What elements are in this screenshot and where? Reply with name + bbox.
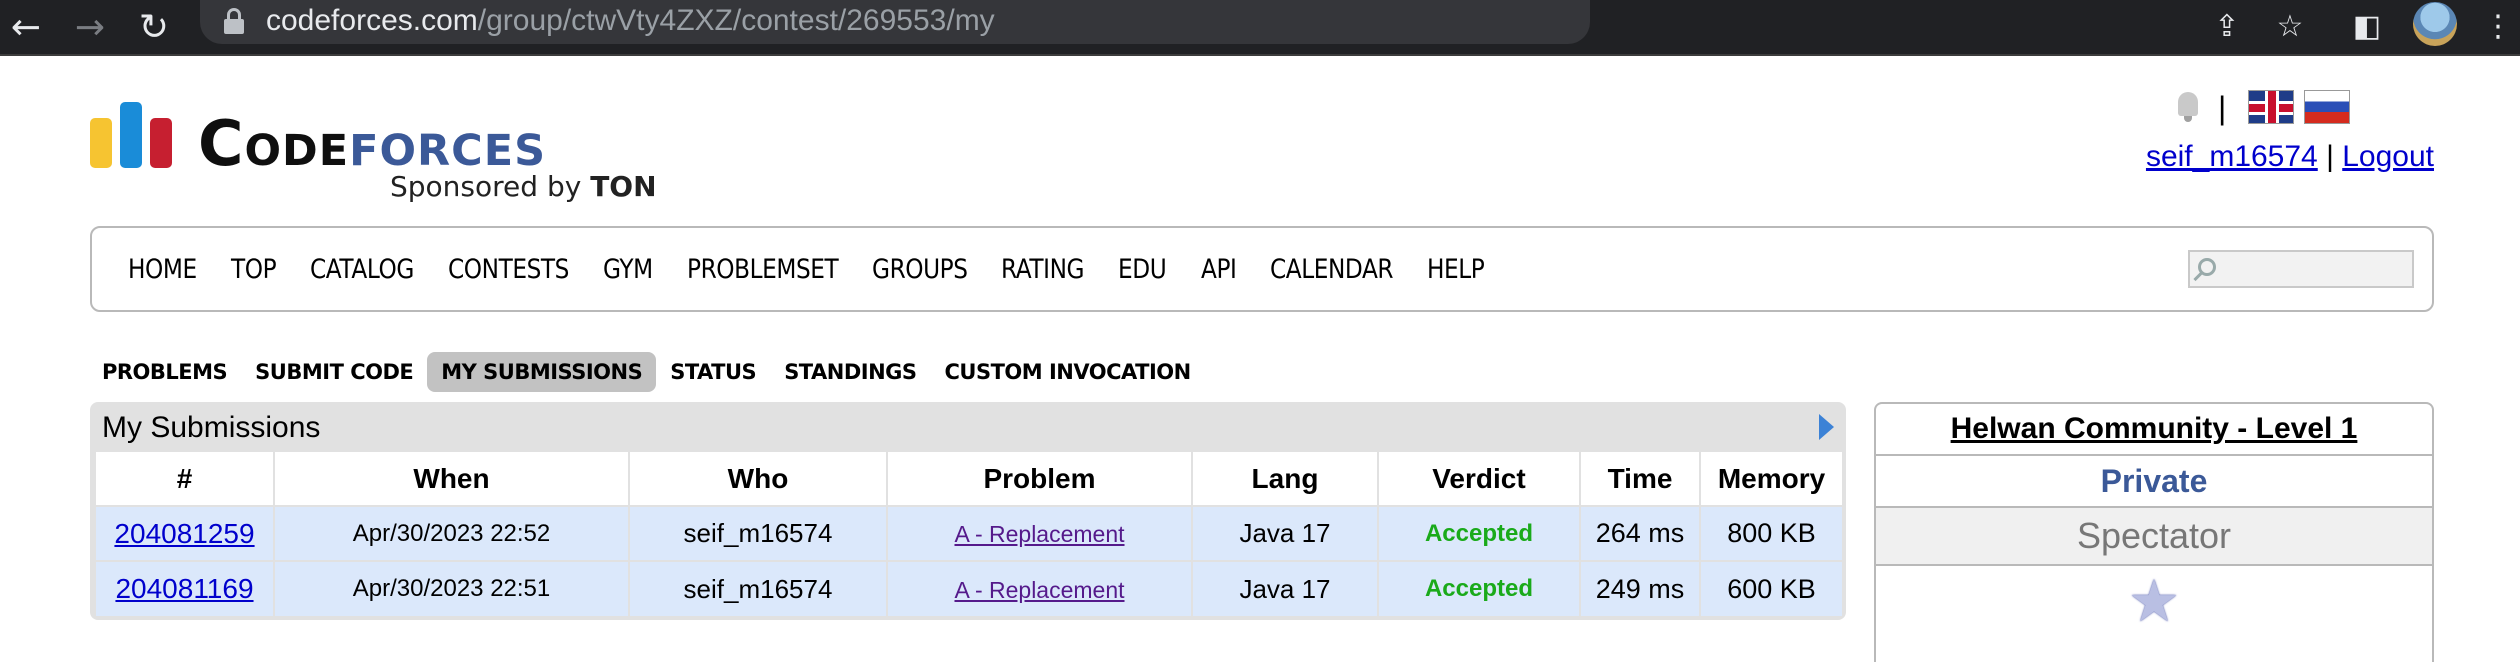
submenu-problems[interactable]: PROBLEMS bbox=[88, 352, 241, 392]
username-link[interactable]: seif_m16574 bbox=[2146, 140, 2318, 173]
logo-bar-yellow bbox=[90, 118, 112, 168]
contest-submenu: PROBLEMS SUBMIT CODE MY SUBMISSIONS STATUS S… bbox=[88, 352, 1205, 392]
submission-id-link[interactable]: 204081259 bbox=[114, 518, 254, 549]
cell-problem: A - Replacement bbox=[887, 560, 1193, 616]
table-header-row: # When Who Problem Lang Verdict Time Memory bbox=[96, 452, 1842, 506]
header-user-area: | seif_m16574 | Logout bbox=[2146, 88, 2434, 178]
submenu-standings[interactable]: STANDINGS bbox=[770, 352, 930, 392]
panel-title: My Submissions bbox=[102, 411, 321, 444]
submenu-my-submissions[interactable]: MY SUBMISSIONS bbox=[427, 352, 657, 392]
menu-item-catalog[interactable]: CATALOG bbox=[310, 254, 414, 285]
logo-word-code: Code bbox=[198, 107, 350, 180]
submission-when: Apr/30/2023 22:52 bbox=[274, 505, 630, 561]
submission-time: 249 ms bbox=[1580, 560, 1701, 616]
cell-id: 204081169 bbox=[96, 560, 275, 616]
submenu-status[interactable]: STATUS bbox=[656, 352, 770, 392]
star-icon[interactable]: ★ bbox=[2128, 572, 2180, 630]
verdict-badge: Accepted bbox=[1378, 560, 1581, 616]
column-header-id: # bbox=[96, 452, 275, 506]
search-icon bbox=[2198, 258, 2216, 276]
menu-item-edu[interactable]: EDU bbox=[1118, 254, 1167, 285]
search-input[interactable] bbox=[2188, 250, 2414, 288]
lock-icon[interactable] bbox=[224, 8, 244, 36]
submission-lang: Java 17 bbox=[1192, 505, 1379, 561]
user-links: seif_m16574 | Logout bbox=[2146, 140, 2434, 174]
problem-link[interactable]: A - Replacement bbox=[954, 577, 1124, 603]
reload-icon[interactable]: ↻ bbox=[132, 6, 176, 50]
menu-item-home[interactable]: HOME bbox=[128, 254, 197, 285]
column-header-lang: Lang bbox=[1192, 452, 1379, 506]
russian-flag-icon[interactable] bbox=[2304, 90, 2350, 124]
forward-arrow-icon[interactable]: → bbox=[68, 6, 112, 50]
verdict-badge: Accepted bbox=[1378, 505, 1581, 561]
url-domain: codeforces.com bbox=[266, 4, 478, 37]
sponsor-prefix: Sponsored by bbox=[390, 170, 582, 203]
sponsor-name: TON bbox=[590, 170, 657, 203]
menu-item-problemset[interactable]: PROBLEMSET bbox=[687, 254, 839, 285]
submission-memory: 800 KB bbox=[1700, 505, 1842, 561]
user-links-separator: | bbox=[2326, 140, 2334, 173]
url-path: /group/ctwVty4ZXZ/contest/269553/my bbox=[477, 4, 995, 37]
sidebar-type-row: Private bbox=[1876, 456, 2432, 508]
codeforces-logo[interactable]: Codeforces Sponsored by TON bbox=[90, 102, 657, 212]
problem-link[interactable]: A - Replacement bbox=[954, 521, 1124, 547]
browser-toolbar: ← → ↻ codeforces.com/group/ctwVty4ZXZ/co… bbox=[0, 0, 2520, 56]
table-row: 204081169 Apr/30/2023 22:51 seif_m16574 A -… bbox=[96, 560, 1842, 616]
notification-bell-icon[interactable] bbox=[2174, 92, 2202, 122]
cell-id: 204081259 bbox=[96, 505, 275, 561]
logo-bar-blue bbox=[120, 102, 142, 168]
column-header-when: When bbox=[274, 452, 630, 506]
english-flag-icon[interactable] bbox=[2248, 90, 2294, 124]
back-arrow-icon[interactable]: ← bbox=[4, 6, 48, 50]
sidebar-star-row: ★ bbox=[1876, 566, 2432, 636]
toggle-arrow-icon[interactable] bbox=[1819, 414, 1834, 440]
submenu-custom-invocation[interactable]: CUSTOM INVOCATION bbox=[931, 352, 1205, 392]
logout-link[interactable]: Logout bbox=[2342, 140, 2434, 173]
table-body: 204081259 Apr/30/2023 22:52 seif_m16574 A -… bbox=[96, 505, 1842, 616]
cell-problem: A - Replacement bbox=[887, 505, 1193, 561]
side-panel-icon[interactable]: ◧ bbox=[2345, 4, 2389, 48]
column-header-verdict: Verdict bbox=[1378, 452, 1581, 506]
sponsor-line: Sponsored by TON bbox=[390, 170, 657, 203]
star-bookmark-icon[interactable]: ☆ bbox=[2268, 4, 2312, 48]
sidebar-title-row: Helwan Community - Level 1 bbox=[1876, 404, 2432, 456]
column-header-time: Time bbox=[1580, 452, 1701, 506]
menu-item-calendar[interactable]: CALENDAR bbox=[1270, 254, 1394, 285]
main-menu-list: HOME TOP CATALOG CONTESTS GYM PROBLEMSET GROUP… bbox=[128, 228, 1519, 310]
contest-name-link[interactable]: Helwan Community - Level 1 bbox=[1951, 412, 2358, 446]
submission-id-link[interactable]: 204081169 bbox=[115, 573, 253, 604]
kebab-menu-icon[interactable]: ⋮ bbox=[2480, 4, 2516, 48]
menu-item-gym[interactable]: GYM bbox=[603, 254, 653, 285]
submissions-table: # When Who Problem Lang Verdict Time Memory 204… bbox=[96, 452, 1842, 616]
logo-bar-red bbox=[150, 118, 172, 168]
submission-memory: 600 KB bbox=[1700, 560, 1842, 616]
column-header-memory: Memory bbox=[1700, 452, 1842, 506]
menu-item-top[interactable]: TOP bbox=[231, 254, 277, 285]
submission-lang: Java 17 bbox=[1192, 560, 1379, 616]
sidebar-role-row: Spectator bbox=[1876, 508, 2432, 566]
column-header-problem: Problem bbox=[887, 452, 1193, 506]
table-row: 204081259 Apr/30/2023 22:52 seif_m16574 A -… bbox=[96, 505, 1842, 561]
submission-who: seif_m16574 bbox=[629, 560, 888, 616]
menu-item-groups[interactable]: GROUPS bbox=[872, 254, 968, 285]
participant-role: Spectator bbox=[2076, 515, 2232, 556]
submission-time: 264 ms bbox=[1580, 505, 1701, 561]
main-menu: HOME TOP CATALOG CONTESTS GYM PROBLEMSET GROUP… bbox=[90, 226, 2434, 312]
menu-item-help[interactable]: HELP bbox=[1427, 254, 1485, 285]
submission-when: Apr/30/2023 22:51 bbox=[274, 560, 630, 616]
contest-type: Private bbox=[2100, 462, 2208, 499]
menu-item-contests[interactable]: CONTESTS bbox=[448, 254, 569, 285]
menu-item-rating[interactable]: RATING bbox=[1001, 254, 1085, 285]
url-text[interactable]: codeforces.com/group/ctwVty4ZXZ/contest/… bbox=[266, 2, 995, 40]
submenu-submit-code[interactable]: SUBMIT CODE bbox=[241, 352, 427, 392]
share-icon[interactable]: ⇪ bbox=[2205, 4, 2249, 48]
my-submissions-panel: My Submissions # When Who Problem Lang Verdic… bbox=[90, 402, 1846, 620]
submission-who: seif_m16574 bbox=[629, 505, 888, 561]
header-separator: | bbox=[2218, 90, 2227, 126]
profile-avatar[interactable] bbox=[2413, 2, 2457, 46]
menu-item-api[interactable]: API bbox=[1201, 254, 1237, 285]
column-header-who: Who bbox=[629, 452, 888, 506]
contest-sidebar: Helwan Community - Level 1 Private Spect… bbox=[1874, 402, 2434, 662]
